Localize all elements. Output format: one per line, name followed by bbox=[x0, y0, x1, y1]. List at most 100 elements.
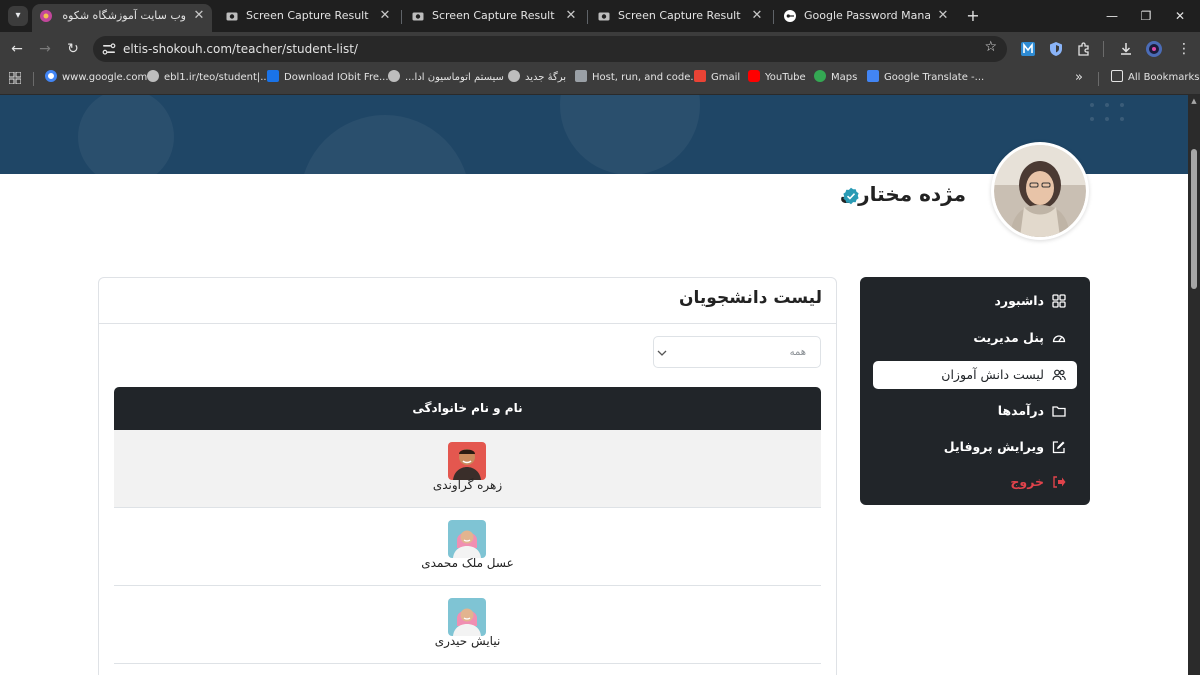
sidebar-item-label: پنل مدیریت bbox=[973, 330, 1044, 345]
banner-decoration bbox=[560, 95, 700, 174]
sidebar-item-logout[interactable]: خروج bbox=[873, 468, 1077, 496]
address-bar[interactable]: eltis-shokouh.com/teacher/student-list/ … bbox=[93, 36, 1007, 62]
scrollbar-thumb[interactable] bbox=[1191, 149, 1197, 289]
tab-close-icon[interactable]: ✕ bbox=[192, 4, 206, 28]
camera-icon bbox=[226, 12, 238, 21]
shield-extension-icon[interactable] bbox=[1047, 40, 1065, 58]
scroll-up-arrow-icon[interactable]: ▲ bbox=[1190, 97, 1198, 105]
tab-search-button[interactable]: ▾ bbox=[8, 6, 28, 26]
reload-icon[interactable]: ↻ bbox=[63, 39, 83, 59]
back-icon[interactable]: ← bbox=[7, 39, 27, 59]
bookmarks-overflow-button[interactable]: » bbox=[1075, 66, 1083, 90]
bookmark-star-icon[interactable]: ☆ bbox=[984, 39, 997, 55]
teacher-avatar[interactable] bbox=[991, 142, 1089, 240]
card-header: لیست دانشجویان bbox=[99, 278, 836, 324]
bookmark-maps[interactable]: Maps bbox=[814, 66, 857, 90]
bookmark-translate[interactable]: Google Translate -... bbox=[867, 66, 984, 90]
all-bookmarks-button[interactable]: All Bookmarks bbox=[1111, 66, 1199, 90]
student-filter-select[interactable]: همه bbox=[653, 336, 821, 368]
new-tab-button[interactable]: + bbox=[964, 6, 982, 26]
browser-menu-icon[interactable]: ⋮ bbox=[1174, 39, 1194, 59]
bookmark-label: YouTube bbox=[765, 72, 806, 83]
tab-close-icon[interactable]: ✕ bbox=[564, 4, 578, 28]
tab-active[interactable]: وب سایت آموزشگاه شکوه دماوند ✕ bbox=[32, 4, 212, 32]
close-window-icon[interactable]: ✕ bbox=[1170, 6, 1190, 26]
banner-dot bbox=[1120, 117, 1124, 121]
bookmark-google[interactable]: www.google.com bbox=[45, 66, 147, 90]
translate-icon bbox=[867, 70, 879, 82]
site-settings-icon[interactable] bbox=[102, 42, 116, 56]
globe-icon bbox=[147, 70, 159, 82]
bookmarks-bar: www.google.com ebl1.ir/teo/student|... D… bbox=[0, 66, 1200, 95]
sidebar-item-admin-panel[interactable]: پنل مدیریت bbox=[873, 324, 1077, 352]
sidebar-item-label: ویرایش پروفایل bbox=[943, 439, 1044, 454]
tab-close-icon[interactable]: ✕ bbox=[750, 4, 764, 28]
download-icon[interactable] bbox=[1117, 40, 1135, 58]
bookmark-iobit[interactable]: Download IObit Fre... bbox=[267, 66, 389, 90]
bookmark-ebl1[interactable]: ebl1.ir/teo/student|... bbox=[147, 66, 270, 90]
sidebar-item-edit-profile[interactable]: ویرایش پروفایل bbox=[873, 433, 1077, 461]
sidebar-item-label: لیست دانش آموزان bbox=[941, 367, 1044, 382]
forward-icon[interactable]: → bbox=[35, 39, 55, 59]
folder-icon bbox=[1052, 406, 1066, 417]
bookmark-new-page[interactable]: برگهٔ جدید bbox=[508, 66, 566, 90]
verified-badge-icon bbox=[843, 187, 859, 205]
url-text: eltis-shokouh.com/teacher/student-list/ bbox=[123, 42, 358, 56]
tab-separator bbox=[401, 10, 402, 24]
apps-grid-icon[interactable] bbox=[9, 72, 21, 84]
sidebar-item-label: خروج bbox=[1010, 474, 1044, 489]
table-row[interactable]: عسل ملک محمدی bbox=[114, 508, 821, 586]
sidebar-item-incomes[interactable]: درآمدها bbox=[873, 397, 1077, 425]
student-photo bbox=[448, 598, 486, 636]
student-photo bbox=[448, 520, 486, 558]
bookmark-label: سیستم اتوماسیون ادا... bbox=[405, 72, 504, 83]
browser-toolbar: ← → ↻ eltis-shokouh.com/teacher/student-… bbox=[0, 32, 1200, 66]
student-name: عسل ملک محمدی bbox=[421, 556, 514, 570]
bookmark-label: Download IObit Fre... bbox=[284, 72, 389, 83]
tab-title: Screen Capture Result bbox=[432, 9, 555, 22]
google-icon bbox=[45, 70, 57, 82]
table-row[interactable]: زهره گراوندی bbox=[114, 430, 821, 508]
key-icon bbox=[784, 10, 796, 22]
bookmark-separator bbox=[1098, 72, 1099, 86]
bookmark-automation[interactable]: سیستم اتوماسیون ادا... bbox=[388, 66, 504, 90]
bookmark-gmail[interactable]: Gmail bbox=[694, 66, 740, 90]
student-avatar bbox=[448, 520, 486, 558]
tab-close-icon[interactable]: ✕ bbox=[378, 4, 392, 28]
bookmark-separator bbox=[33, 72, 34, 86]
profile-avatar-icon[interactable] bbox=[1145, 40, 1163, 58]
student-photo bbox=[448, 442, 486, 480]
extension-m-icon[interactable] bbox=[1019, 40, 1037, 58]
youtube-icon bbox=[748, 70, 760, 82]
tab-title: Screen Capture Result bbox=[618, 9, 741, 22]
browser-chrome: ▾ وب سایت آموزشگاه شکوه دماوند ✕ Screen … bbox=[0, 0, 1200, 95]
banner-decoration bbox=[300, 115, 470, 174]
extensions-puzzle-icon[interactable] bbox=[1075, 40, 1093, 58]
camera-icon bbox=[412, 12, 424, 21]
tab-screen-capture-3[interactable]: Screen Capture Result ✕ bbox=[590, 4, 770, 32]
filter-selected-value: همه bbox=[789, 347, 806, 358]
page-scrollbar[interactable]: ▲ bbox=[1188, 95, 1200, 675]
table-row[interactable]: نیایش حیدری bbox=[114, 586, 821, 664]
banner-dot bbox=[1105, 103, 1109, 107]
sidebar-item-student-list[interactable]: لیست دانش آموزان bbox=[873, 361, 1077, 389]
tab-title: وب سایت آموزشگاه شکوه دماوند bbox=[60, 9, 186, 22]
tab-screen-capture-1[interactable]: Screen Capture Result ✕ bbox=[218, 4, 398, 32]
tab-screen-capture-2[interactable]: Screen Capture Result ✕ bbox=[404, 4, 584, 32]
bookmark-label: Host, run, and code... bbox=[592, 72, 700, 83]
edit-icon bbox=[1052, 441, 1065, 454]
bookmark-youtube[interactable]: YouTube bbox=[748, 66, 806, 90]
minimize-icon[interactable]: — bbox=[1102, 6, 1122, 26]
bookmark-label: Google Translate -... bbox=[884, 72, 985, 83]
bookmark-host-run[interactable]: Host, run, and code... bbox=[575, 66, 700, 90]
student-avatar bbox=[448, 598, 486, 636]
sidebar-item-dashboard[interactable]: داشبورد bbox=[873, 287, 1077, 315]
tab-close-icon[interactable]: ✕ bbox=[936, 4, 950, 28]
tab-title: Google Password Manager bbox=[804, 9, 930, 22]
tab-separator bbox=[587, 10, 588, 24]
bookmark-label: Gmail bbox=[711, 72, 741, 83]
tab-password-manager[interactable]: Google Password Manager ✕ bbox=[776, 4, 956, 32]
bookmark-label: Maps bbox=[831, 72, 858, 83]
sidebar-item-label: درآمدها bbox=[997, 403, 1044, 418]
restore-icon[interactable]: ❐ bbox=[1136, 6, 1156, 26]
